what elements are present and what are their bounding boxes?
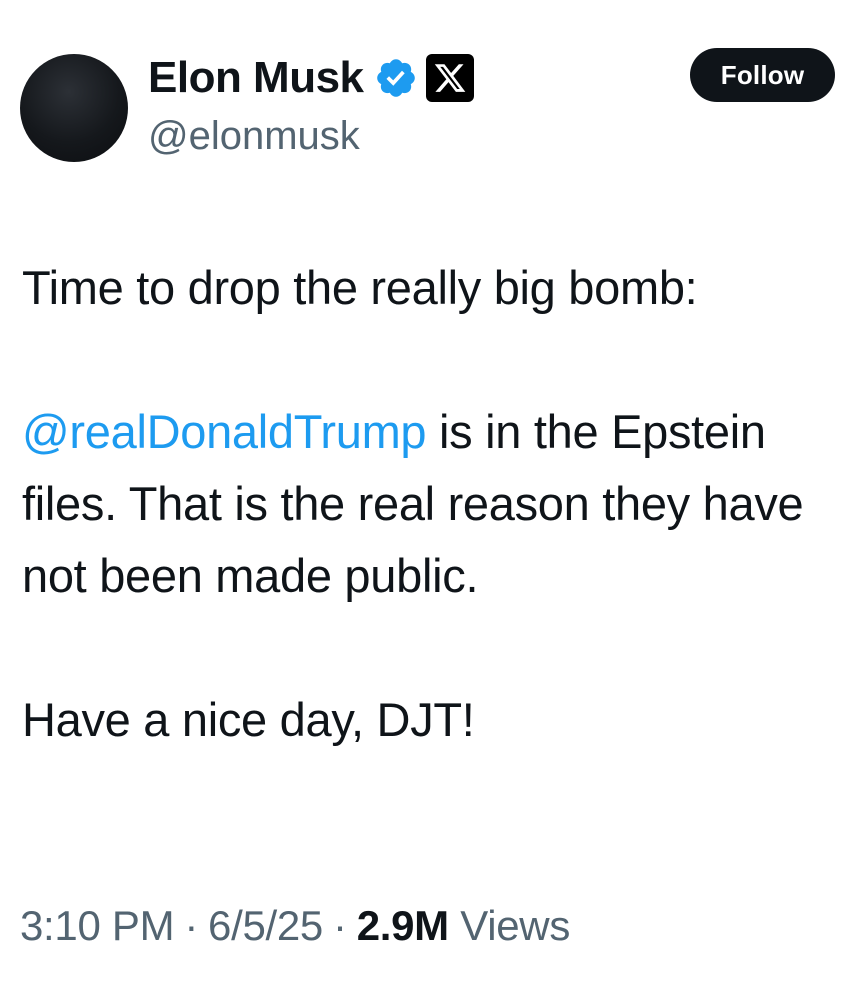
views-label: Views	[460, 902, 571, 949]
tweet-date[interactable]: 6/5/25	[208, 902, 323, 949]
tweet-time[interactable]: 3:10 PM	[20, 902, 175, 949]
tweet-metadata: 3:10 PM · 6/5/25 · 2.9M Views	[20, 902, 570, 950]
tweet-line: Time to drop the really big bomb:	[22, 261, 698, 314]
separator: ·	[333, 902, 347, 949]
tweet-text: Time to drop the really big bomb: @realD…	[22, 252, 837, 756]
tweet-line: Have a nice day, DJT!	[22, 693, 475, 746]
views-count: 2.9M	[356, 902, 449, 949]
verified-badge-icon[interactable]	[374, 56, 418, 100]
follow-button[interactable]: Follow	[690, 48, 835, 102]
author-handle[interactable]: @elonmusk	[148, 114, 360, 159]
mention-link[interactable]: @realDonaldTrump	[22, 405, 427, 458]
author-name-row: Elon Musk	[148, 50, 474, 106]
tweet-paragraph: @realDonaldTrump is in the Epstein files…	[22, 396, 837, 612]
x-logo-icon[interactable]	[425, 54, 474, 102]
avatar[interactable]	[20, 54, 128, 162]
separator: ·	[184, 902, 199, 949]
author-display-name[interactable]: Elon Musk	[148, 53, 364, 103]
